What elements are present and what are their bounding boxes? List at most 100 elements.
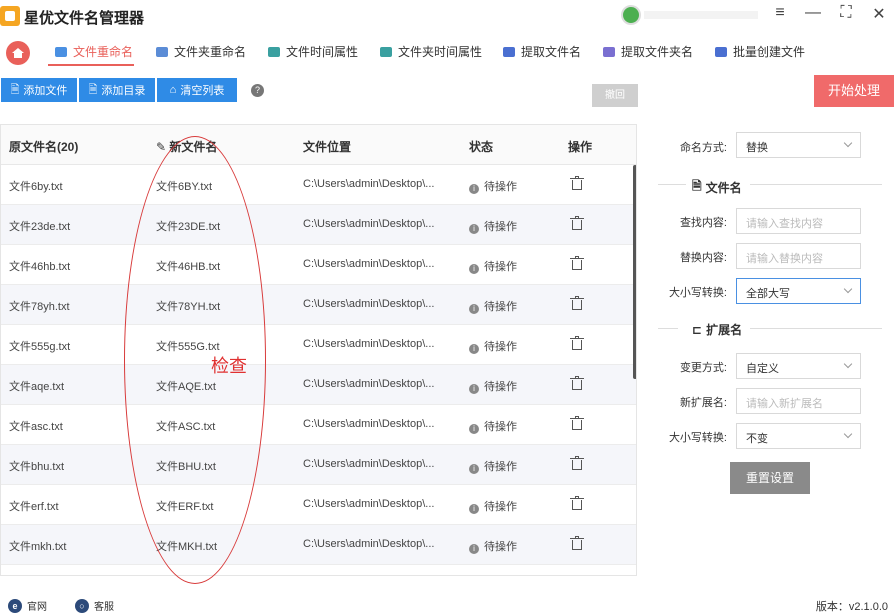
delete-row-icon[interactable] <box>570 376 584 391</box>
original-name-cell: 文件6by.txt <box>9 181 63 193</box>
header-status: 状态 <box>469 140 494 154</box>
delete-row-icon[interactable] <box>570 416 584 431</box>
case-convert-select[interactable]: 全部大写 <box>736 278 861 304</box>
status-text: 待操作 <box>484 261 517 273</box>
delete-row-icon[interactable] <box>570 256 584 271</box>
reset-settings-button[interactable]: 重置设置 <box>730 462 810 494</box>
minimize-button[interactable]: — <box>803 4 823 22</box>
undo-button[interactable]: 撤回 <box>592 84 638 107</box>
location-cell: C:\Users\admin\Desktop\... <box>303 458 435 470</box>
start-processing-button[interactable]: 开始处理 <box>814 75 894 107</box>
extension-section-label: 扩展名 <box>706 323 743 337</box>
annotation-label: 检查 <box>211 356 247 376</box>
settings-icon[interactable]: ≡ <box>770 4 790 22</box>
tab-batch-create[interactable]: 批量创建文件 <box>715 43 805 60</box>
location-cell: C:\Users\admin\Desktop\... <box>303 498 435 510</box>
table-row[interactable]: 文件erf.txt 文件ERF.txt C:\Users\admin\Desktop… <box>1 485 636 525</box>
location-cell: C:\Users\admin\Desktop\... <box>303 538 435 550</box>
divider <box>658 184 686 185</box>
add-file-button[interactable]: 🗎 添加文件 <box>1 78 77 102</box>
add-file-label: 添加文件 <box>23 85 68 97</box>
status-cell: i 待操作 <box>469 538 517 554</box>
title-bar: 星优文件名管理器 ≡ — ⛶ ✕ <box>0 0 896 32</box>
batch-create-icon <box>715 46 727 57</box>
delete-row-icon[interactable] <box>570 536 584 551</box>
table-header: 原文件名(20) ✎ 新文件名 文件位置 状态 操作 <box>1 125 636 165</box>
table-row[interactable]: 文件asc.txt 文件ASC.txt C:\Users\admin\Desktop… <box>1 405 636 445</box>
support-link[interactable]: ○ 客服 <box>75 598 114 613</box>
app-logo-icon <box>0 6 20 26</box>
table-row[interactable]: 文件bhu.txt 文件BHU.txt C:\Users\admin\Desktop… <box>1 445 636 485</box>
help-icon[interactable]: ? <box>251 84 264 97</box>
case-convert-value: 全部大写 <box>746 288 790 300</box>
tab-extract-foldername[interactable]: 提取文件夹名 <box>603 43 693 60</box>
website-link[interactable]: e 官网 <box>8 598 47 613</box>
chevron-down-icon <box>843 429 853 439</box>
info-icon: i <box>469 464 479 474</box>
table-row[interactable]: 文件6by.txt 文件6BY.txt C:\Users\admin\Desktop… <box>1 165 636 205</box>
location-cell: C:\Users\admin\Desktop\... <box>303 338 435 350</box>
delete-row-icon[interactable] <box>570 456 584 471</box>
info-icon: i <box>469 384 479 394</box>
info-icon: i <box>469 504 479 514</box>
original-name-cell: 文件555g.txt <box>9 341 71 353</box>
tab-folder-time[interactable]: 文件夹时间属性 <box>380 43 482 60</box>
status-text: 待操作 <box>484 221 517 233</box>
table-row[interactable]: 文件mkh.txt 文件MKH.txt C:\Users\admin\Desktop… <box>1 525 636 565</box>
status-text: 待操作 <box>484 461 517 473</box>
home-icon[interactable] <box>6 41 30 65</box>
ext-case-select[interactable]: 不变 <box>736 423 861 449</box>
tab-file-time[interactable]: 文件时间属性 <box>268 43 358 60</box>
location-cell: C:\Users\admin\Desktop\... <box>303 378 435 390</box>
info-icon: i <box>469 424 479 434</box>
tab-extract-filename[interactable]: 提取文件名 <box>503 43 581 60</box>
table-scrollbar[interactable] <box>633 165 636 379</box>
status-cell: i 待操作 <box>469 298 517 314</box>
replace-input[interactable]: 请输入替换内容 <box>736 243 861 269</box>
ext-mode-select[interactable]: 自定义 <box>736 353 861 379</box>
status-cell: i 待操作 <box>469 258 517 274</box>
table-row[interactable]: 文件23de.txt 文件23DE.txt C:\Users\admin\Deskt… <box>1 205 636 245</box>
find-input[interactable]: 请输入查找内容 <box>736 208 861 234</box>
table-row[interactable]: 文件aqe.txt 文件AQE.txt C:\Users\admin\Desktop… <box>1 365 636 405</box>
delete-row-icon[interactable] <box>570 176 584 191</box>
status-cell: i 待操作 <box>469 378 517 394</box>
table-row[interactable]: 文件555g.txt 文件555G.txt C:\Users\admin\Deskt… <box>1 325 636 365</box>
new-ext-input[interactable]: 请输入新扩展名 <box>736 388 861 414</box>
delete-row-icon[interactable] <box>570 296 584 311</box>
naming-mode-value: 替换 <box>746 142 768 154</box>
chat-icon: ○ <box>75 598 89 613</box>
info-icon: i <box>469 544 479 554</box>
tab-file-rename[interactable]: 文件重命名 <box>55 43 133 60</box>
close-button[interactable]: ✕ <box>869 4 889 24</box>
status-cell: i 待操作 <box>469 498 517 514</box>
support-label: 客服 <box>94 602 114 613</box>
filename-section-label: 文件名 <box>705 181 742 195</box>
user-name-placeholder <box>644 11 758 19</box>
table-row[interactable]: 文件78yh.txt 文件78YH.txt C:\Users\admin\Deskt… <box>1 285 636 325</box>
header-original-name: 原文件名(20) <box>9 140 79 154</box>
footer: e 官网 ○ 客服 版本：v2.1.0.0 <box>0 590 896 613</box>
add-directory-button[interactable]: 🗎 添加目录 <box>79 78 155 102</box>
maximize-button[interactable]: ⛶ <box>836 4 856 22</box>
naming-mode-select[interactable]: 替换 <box>736 132 861 158</box>
delete-row-icon[interactable] <box>570 216 584 231</box>
original-name-cell: 文件bhu.txt <box>9 461 65 473</box>
ext-mode-label: 变更方式: <box>679 362 727 374</box>
info-icon: i <box>469 304 479 314</box>
status-cell: i 待操作 <box>469 178 517 194</box>
delete-row-icon[interactable] <box>570 336 584 351</box>
chevron-down-icon <box>843 284 853 294</box>
filename-section-title: 🗎 文件名 <box>692 177 742 198</box>
new-ext-label: 新扩展名: <box>679 397 727 409</box>
delete-row-icon[interactable] <box>570 496 584 511</box>
user-avatar[interactable] <box>621 5 641 25</box>
chevron-down-icon <box>843 359 853 369</box>
divider <box>658 328 678 329</box>
table-row[interactable]: 文件46hb.txt 文件46HB.txt C:\Users\admin\Deskt… <box>1 245 636 285</box>
folder-rename-icon <box>156 46 168 57</box>
original-name-cell: 文件erf.txt <box>9 501 59 513</box>
add-dir-label: 添加目录 <box>101 85 146 97</box>
clear-list-button[interactable]: ⌂ 清空列表 <box>157 78 237 102</box>
tab-folder-rename[interactable]: 文件夹重命名 <box>156 43 246 60</box>
